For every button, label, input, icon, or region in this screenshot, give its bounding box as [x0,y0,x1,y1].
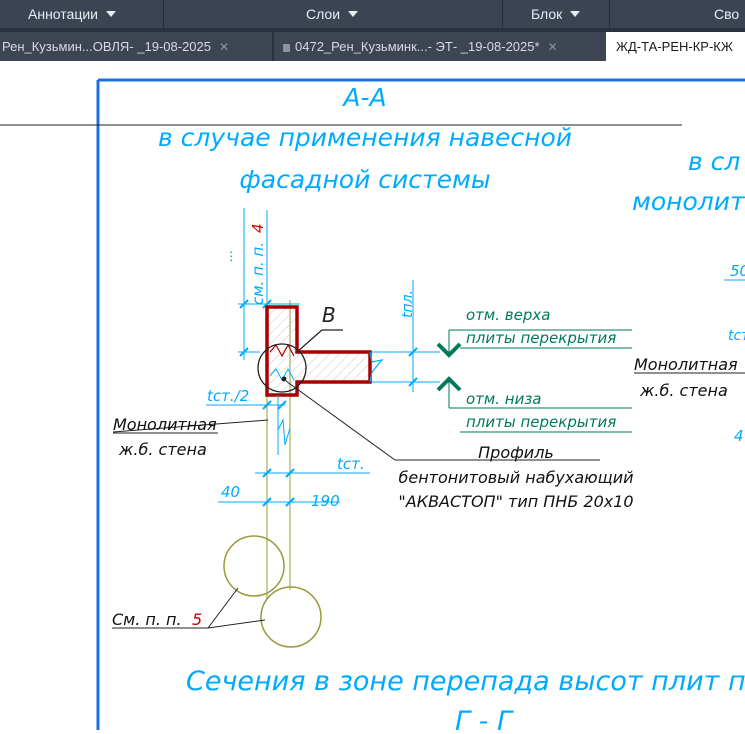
file-tab-label: Рен_Кузьмин...ОВЛЯ- _19-08-2025 [2,39,211,54]
profile-line-3: "АКВАСТОП" тип ПНБ 20х10 [398,492,633,511]
right-wall-line-2: ж.б. стена [639,381,728,400]
ribbon-panel-properties-label: Сво [714,6,740,22]
right-wall-line-1: Монолитная [634,355,738,374]
file-tabs-bar: Рен_Кузьмин...ОВЛЯ- _19-08-2025 ✕ 0472_Р… [0,28,745,61]
file-tab-1[interactable]: Рен_Кузьмин...ОВЛЯ- _19-08-2025 ✕ [0,32,272,61]
mark-top-line-2: плиты перекрытия [466,329,616,347]
ref-bottom-leader-2 [207,619,266,629]
ribbon-panel-annotations-label: Аннотации [28,6,98,22]
panel-divider [609,0,610,28]
ribbon-panel-bar: Аннотации Слои Блок Сво [0,0,745,28]
drawing-canvas[interactable]: А-А в случае применения навесной фасадно… [0,61,745,734]
ribbon-panel-block[interactable]: Блок [531,0,581,28]
close-icon[interactable]: ✕ [219,40,229,54]
profile-dot [281,376,287,382]
leader-b [296,329,323,353]
ribbon-panel-annotations[interactable]: Аннотации [28,0,116,28]
wall-label-line-2: ж.б. стена [118,440,207,459]
panel-divider [163,0,164,28]
bottom-section-label: Г - Г [455,706,514,730]
section-title: А-А [341,83,386,112]
chevron-down-icon [105,11,116,17]
mark-top-line-1: отм. верха [466,306,550,324]
ref-top-number: 4 [249,223,267,233]
ref-bottom-number: 5 [192,610,202,629]
chevron-down-icon [348,11,359,17]
mark-bottom-line-1: отм. низа [466,390,542,408]
ref-top-prefix: см. п. п. [249,242,267,305]
ref-top-label: см. п. п. 4 [249,223,267,305]
detail-label-b: В [322,303,336,327]
rebar-circle-2 [260,586,322,648]
ref-top-dots: ... [221,250,236,262]
profile-line-2: бентонитовый набухающий [398,468,633,487]
ref-bottom-leader-1 [207,587,239,629]
file-tab-label: 0472_Рен_Кузьминк...- ЭТ- _19-08-2025* [295,39,540,54]
subtitle-line-1: в случае применения навесной [158,123,572,152]
file-tab-label: ЖД-ТА-РЕН-КР-КЖ [616,39,733,54]
right-title-line-1: в сл [688,147,740,176]
chevron-down-icon [570,11,581,17]
mark-bottom-line-2: плиты перекрытия [466,413,616,431]
profile-leader [285,380,396,461]
rebar-circle-1 [223,535,285,597]
ribbon-panel-block-label: Блок [531,6,563,22]
close-icon[interactable]: ✕ [548,40,558,54]
label-tpl: tпл. [400,290,416,318]
lock-icon [283,43,290,52]
bottom-title: Сечения в зоне перепада высот плит п [186,666,745,697]
wall-label-line-1: Монолитная [113,415,217,434]
ribbon-panel-properties[interactable]: Сво [714,0,739,28]
label-tst: tст. [337,455,365,473]
ref-bottom-prefix: См. п. п. [112,610,182,629]
right-dim-4: 4 [734,427,744,445]
right-dim-tst: tст [728,328,745,344]
label-tst-half: tст./2 [207,387,249,405]
right-dim-50: 50 [730,262,745,280]
ribbon-panel-layers[interactable]: Слои [306,0,359,28]
dim-40: 40 [221,483,240,501]
panel-divider [502,0,503,28]
ribbon-panel-layers-label: Слои [306,6,341,22]
file-tab-2[interactable]: 0472_Рен_Кузьминк...- ЭТ- _19-08-2025* ✕ [274,32,611,61]
subtitle-line-2: фасадной системы [239,165,490,194]
profile-line-1: Профиль [478,443,554,462]
file-tab-active[interactable]: ЖД-ТА-РЕН-КР-КЖ [606,32,745,61]
right-title-line-2: монолит [632,187,745,216]
dim-190: 190 [311,492,340,510]
